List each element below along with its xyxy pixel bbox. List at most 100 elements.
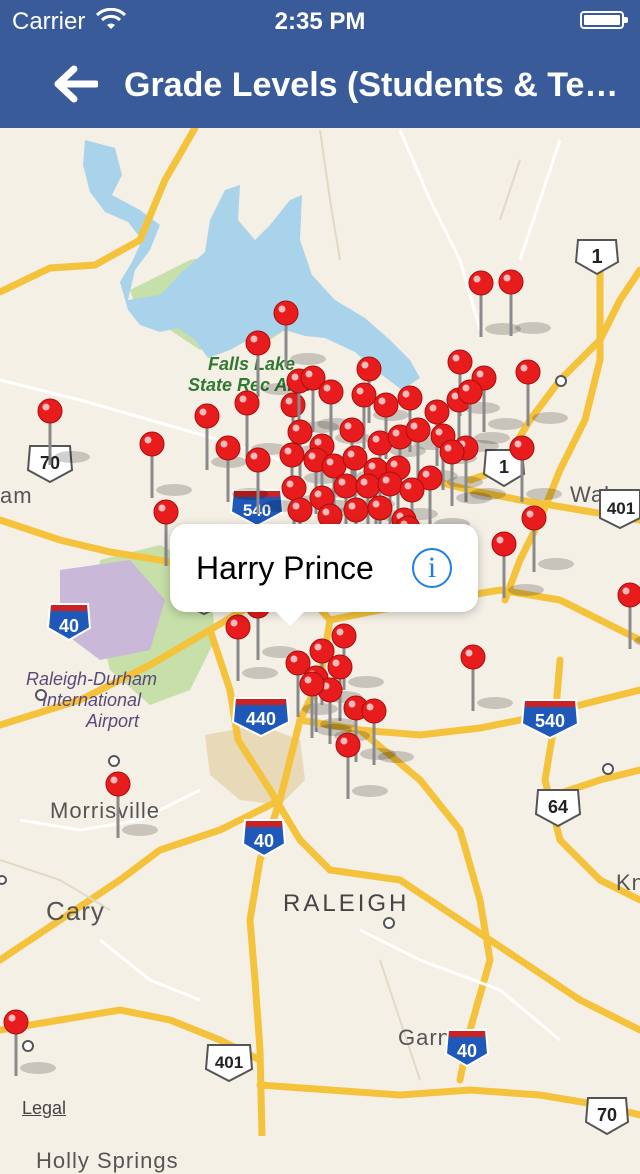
pin-stem [509,288,513,336]
map-pin[interactable] [273,300,326,367]
pin-highlight [326,458,334,466]
pin-stem [236,633,240,681]
pins-layer[interactable] [0,128,640,1136]
pin-shadow [54,451,90,463]
pin-stem [245,409,249,457]
pin-highlight [378,397,386,405]
pin-highlight [322,508,330,516]
map-label-holly-springs: Holly Springs [36,1148,179,1173]
pin-head [367,495,393,521]
map-pin[interactable] [617,582,640,649]
pin-highlight [462,384,470,392]
map-pin[interactable] [460,644,513,711]
pin-highlight [465,649,473,657]
pin-shadow [20,1062,56,1074]
pin-callout[interactable]: Harry Prince i [170,524,478,626]
arrow-left-icon [54,65,98,103]
pin-highlight [332,659,340,667]
pin-head [281,475,307,501]
pin-head [509,435,535,461]
pin-head [245,330,271,356]
pin-highlight [304,676,312,684]
pin-head [457,379,483,405]
pin-shadow [488,418,524,430]
pin-head [397,385,423,411]
map-pin[interactable] [335,732,388,799]
map-pin[interactable] [234,390,287,457]
pin-head [361,698,387,724]
map-pin[interactable] [105,771,158,838]
pin-head [460,644,486,670]
callout-title[interactable]: Harry Prince [196,550,374,587]
pin-highlight [429,404,437,412]
pin-highlight [348,502,356,510]
map-pin[interactable] [3,1009,56,1076]
pin-shadow [515,322,551,334]
pin-highlight [336,628,344,636]
pin-highlight [526,510,534,518]
pin-highlight [520,364,528,372]
pin-highlight [292,424,300,432]
map-pin[interactable] [491,531,544,598]
back-button[interactable] [44,56,104,112]
pin-highlight [314,490,322,498]
pin-highlight [144,436,152,444]
navigation-header: Carrier 2:35 PM Grade Levels (Students &… [0,0,640,128]
pin-stem [14,1028,18,1076]
pin-head [343,497,369,523]
pin-highlight [422,470,430,478]
map-pin[interactable] [515,359,568,426]
pin-head [105,771,131,797]
battery-level-fill [584,15,620,25]
pin-shadow [242,667,278,679]
pin-head [225,614,251,640]
map-pin[interactable] [37,398,90,465]
pin-head [139,431,165,457]
pin-head [373,392,399,418]
pin-head [399,477,425,503]
pin-stem [526,378,530,426]
pin-highlight [308,452,316,460]
pin-highlight [410,422,418,430]
pin-head [153,499,179,525]
pin-highlight [250,452,258,460]
pin-highlight [338,478,346,486]
pin-highlight [290,655,298,663]
pin-head [234,390,260,416]
pin-head [333,473,359,499]
legal-link[interactable]: Legal [22,1098,66,1119]
pin-head [3,1009,29,1035]
map-view[interactable]: Falls Lake State Rec Area am Wake Raleig… [0,128,640,1173]
map-pin[interactable] [139,431,192,498]
pin-shadow [456,492,492,504]
pin-shadow [352,785,388,797]
pin-highlight [372,500,380,508]
status-bar: Carrier 2:35 PM [0,0,640,40]
info-button[interactable]: i [412,548,452,588]
pin-head [287,497,313,523]
pin-shadow [378,751,414,763]
pin-highlight [382,476,390,484]
pin-head [327,654,353,680]
pin-head [405,417,431,443]
battery-icon [580,11,628,29]
pin-highlight [390,460,398,468]
pin-shadow [156,484,192,496]
pin-shadow [508,584,544,596]
map-pin[interactable] [509,435,562,502]
pin-shadow [302,703,338,715]
pin-shadow [477,697,513,709]
pin-head [335,732,361,758]
map-pin[interactable] [194,403,247,470]
pin-highlight [250,335,258,343]
pin-stem [520,454,524,502]
pin-head [355,473,381,499]
pin-stem [205,422,209,470]
pin-head [339,417,365,443]
pin-head [279,442,305,468]
pin-highlight [8,1014,16,1022]
pin-highlight [514,440,522,448]
map-pin[interactable] [521,505,574,572]
pin-highlight [284,447,292,455]
pin-highlight [285,397,293,405]
